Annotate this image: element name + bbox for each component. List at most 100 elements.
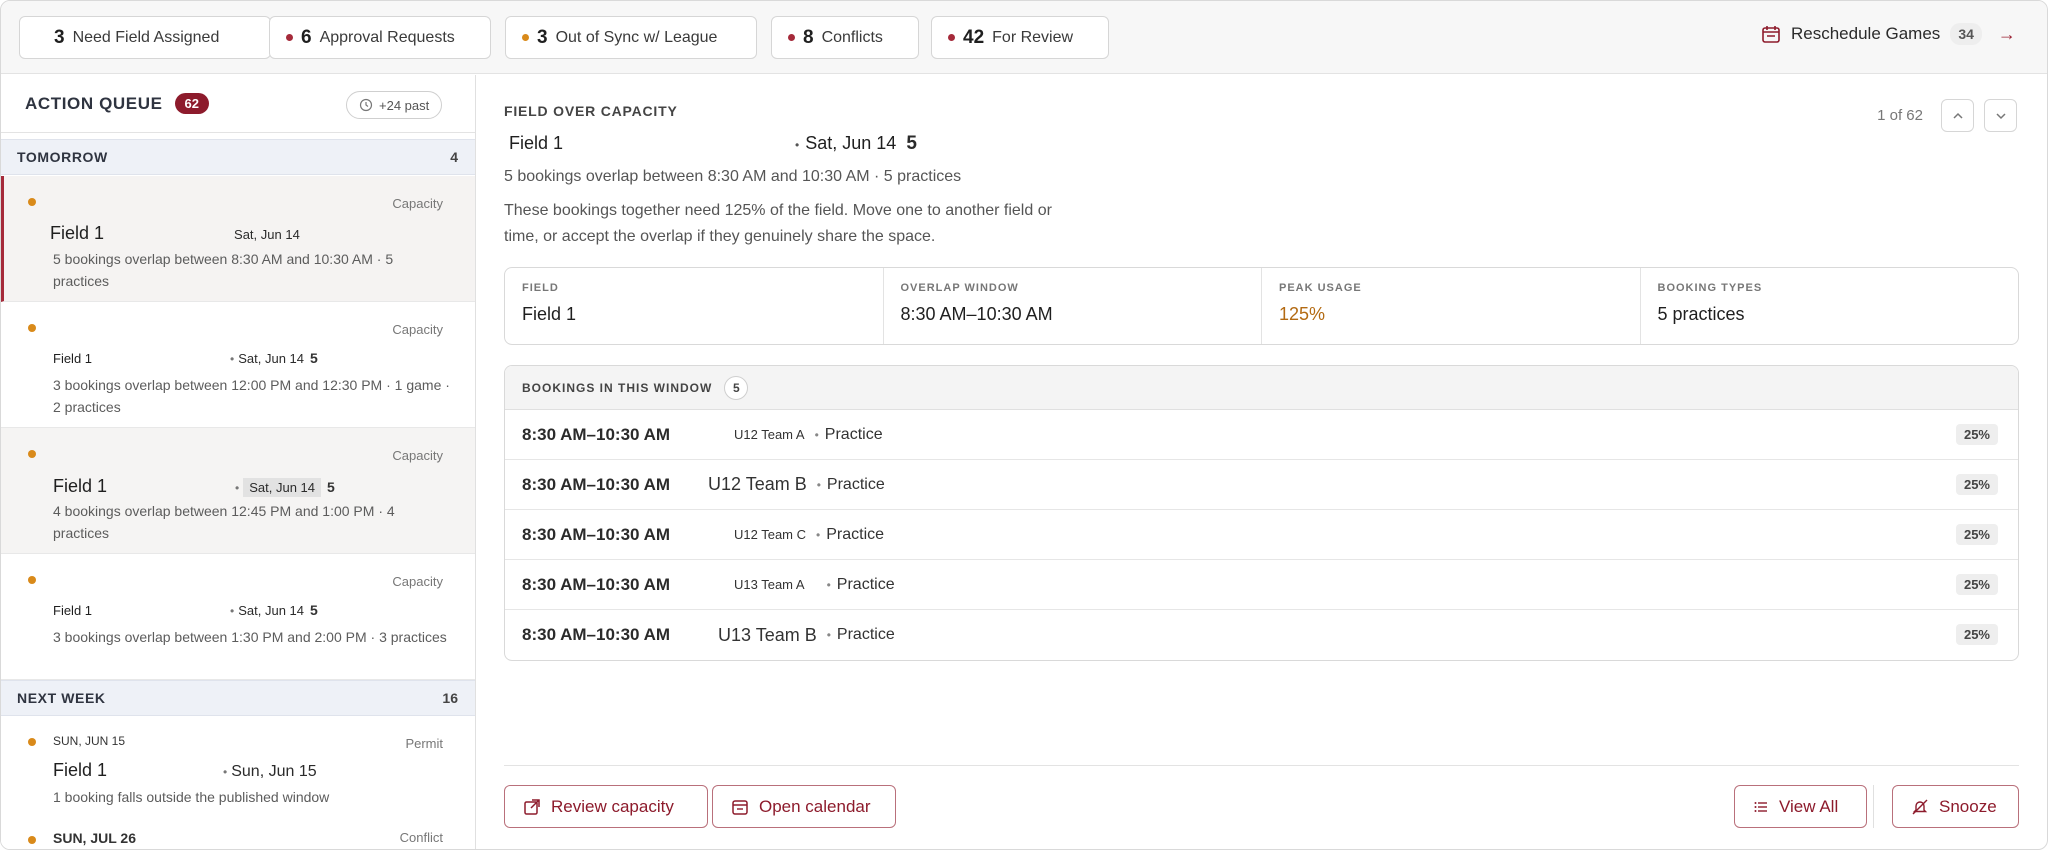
detail-extra: 5	[906, 133, 917, 154]
arrow-right-icon: →	[1997, 23, 2016, 44]
chip-count: 42	[963, 26, 985, 48]
queue-item-description: 1 booking falls outside the published wi…	[53, 789, 330, 805]
queue-item-type: Capacity	[392, 574, 443, 589]
reschedule-count: 34	[1950, 23, 1982, 45]
booking-time: 8:30 AM–10:30 AM	[522, 424, 671, 444]
booking-row[interactable]: 8:30 AM–10:30 AM U13 Team A • Practice 2…	[505, 560, 2018, 610]
queue-item-date: Sat, Jun 14	[238, 351, 305, 366]
review-capacity-button[interactable]: Review capacity	[504, 785, 708, 828]
booking-team: U13 Team A	[734, 577, 805, 592]
calendar-icon	[1762, 26, 1780, 43]
stat-peak-usage: PEAK USAGE 125%	[1262, 268, 1641, 344]
view-all-label: View All	[1779, 796, 1839, 816]
next-button[interactable]	[1984, 99, 2017, 132]
chip-count: 6	[301, 26, 312, 48]
queue-item-type: Conflict	[399, 830, 443, 845]
queue-item-field: Field 1	[50, 223, 105, 243]
open-calendar-label: Open calendar	[759, 796, 871, 816]
reschedule-games-link[interactable]: Reschedule Games 34 →	[1761, 23, 2016, 45]
stat-value: 8:30 AM–10:30 AM	[900, 304, 1053, 324]
queue-item-description: 3 bookings overlap between 12:00 PM and …	[53, 377, 450, 415]
queue-item-field: Field 1	[53, 760, 108, 780]
queue-item-field: Field 1	[53, 603, 93, 618]
booking-row[interactable]: 8:30 AM–10:30 AM U12 Team B • Practice 2…	[505, 460, 2018, 510]
queue-item-description: 3 bookings overlap between 1:30 PM and 2…	[53, 629, 447, 645]
pager-label: 1 of 62	[1877, 107, 1923, 124]
booking-share: 25%	[1955, 524, 1998, 545]
status-dot	[286, 34, 293, 41]
summary-bar: 3 Need Field Assigned 6 Approval Request…	[1, 1, 2047, 74]
stat-label: PEAK USAGE	[1279, 282, 1362, 294]
booking-kind: Practice	[826, 475, 885, 493]
group-count: 16	[442, 690, 458, 706]
snooze-button[interactable]: Snooze	[1892, 785, 2019, 828]
separator: •	[795, 138, 800, 152]
queue-item-date: Sat, Jun 14	[238, 603, 305, 618]
queue-item-type: Capacity	[392, 322, 443, 337]
queue-item[interactable]: Capacity Field 1 • Sat, Jun 14 5 4 booki…	[1, 428, 475, 554]
open-calendar-button[interactable]: Open calendar	[712, 785, 896, 828]
clock-icon	[359, 98, 373, 112]
booking-team: U12 Team C	[734, 527, 807, 542]
queue-item[interactable]: Capacity Field 1 • Sat, Jun 14 5 3 booki…	[1, 554, 475, 680]
stat-value: 125%	[1279, 304, 1326, 324]
booking-time: 8:30 AM–10:30 AM	[522, 474, 671, 494]
show-past-button[interactable]: +24 past	[346, 91, 443, 119]
bookings-header: BOOKINGS IN THIS WINDOW 5	[505, 366, 2018, 410]
booking-time: 8:30 AM–10:30 AM	[522, 574, 671, 594]
separator: •	[230, 604, 235, 618]
booking-kind: Practice	[824, 425, 883, 443]
chip-count: 3	[537, 26, 548, 48]
queue-item-type: Capacity	[392, 196, 443, 211]
list-icon	[1754, 801, 1767, 812]
booking-team: U13 Team B	[718, 624, 817, 645]
chevron-down-icon	[1995, 112, 2006, 119]
queue-item[interactable]: SUN, JUL 26 Conflict	[1, 816, 475, 849]
chip-need-field-assigned[interactable]: 3 Need Field Assigned	[19, 16, 271, 59]
stat-value: Field 1	[522, 304, 577, 324]
divider	[504, 765, 2019, 766]
reschedule-label: Reschedule Games	[1791, 24, 1941, 43]
group-title: TOMORROW	[17, 149, 108, 165]
separator: •	[826, 628, 831, 642]
queue-item-extra: 5	[310, 350, 318, 366]
calendar-icon	[732, 799, 748, 815]
stat-label: BOOKING TYPES	[1657, 282, 1763, 294]
queue-item[interactable]: SUN, JUN 15 Permit Field 1 • Sun, Jun 15…	[1, 716, 475, 816]
queue-item-type: Capacity	[392, 448, 443, 463]
chip-label: Approval Requests	[319, 28, 455, 46]
chip-conflicts[interactable]: 8 Conflicts	[771, 16, 919, 59]
previous-button[interactable]	[1941, 99, 1974, 132]
chip-out-of-sync[interactable]: 3 Out of Sync w/ League	[505, 16, 757, 59]
queue-item-field: Field 1	[53, 476, 108, 496]
queue-item[interactable]: Capacity Field 1 • Sat, Jun 14 5 3 booki…	[1, 302, 475, 428]
group-header-tomorrow: TOMORROW 4	[1, 139, 475, 175]
stat-field: FIELD Field 1	[505, 268, 884, 344]
bookings-count: 5	[724, 375, 749, 400]
booking-row[interactable]: 8:30 AM–10:30 AM U12 Team A • Practice 2…	[505, 410, 2018, 460]
booking-team: U12 Team A	[734, 427, 805, 442]
booking-kind: Practice	[836, 575, 895, 593]
queue-item[interactable]: Capacity Field 1 Sat, Jun 14 5 bookings …	[1, 176, 475, 302]
queue-item-description: 4 bookings overlap between 12:45 PM and …	[53, 503, 395, 541]
view-all-button[interactable]: View All	[1734, 785, 1867, 828]
booking-share: 25%	[1955, 574, 1998, 595]
queue-item-field: Field 1	[53, 351, 93, 366]
chip-for-review[interactable]: 42 For Review	[931, 16, 1109, 59]
booking-share: 25%	[1955, 624, 1998, 645]
chip-approval-requests[interactable]: 6 Approval Requests	[269, 16, 491, 59]
separator: •	[816, 527, 821, 542]
status-dot	[28, 450, 36, 458]
booking-row[interactable]: 8:30 AM–10:30 AM U12 Team C • Practice 2…	[505, 510, 2018, 560]
status-dot	[948, 34, 955, 41]
group-header-next-week: NEXT WEEK 16	[1, 680, 475, 716]
separator: •	[826, 577, 831, 592]
queue-item-type: Permit	[405, 736, 443, 751]
status-dot	[28, 738, 36, 746]
chip-label: Need Field Assigned	[72, 28, 220, 46]
show-past-label: +24 past	[379, 97, 430, 113]
group-count: 4	[450, 149, 458, 165]
action-queue-panel: ACTION QUEUE 62 +24 past TOMORROW 4 Capa…	[1, 75, 476, 849]
booking-row[interactable]: 8:30 AM–10:30 AM U13 Team B • Practice 2…	[505, 610, 2018, 660]
queue-item-extra: 5	[310, 602, 318, 618]
